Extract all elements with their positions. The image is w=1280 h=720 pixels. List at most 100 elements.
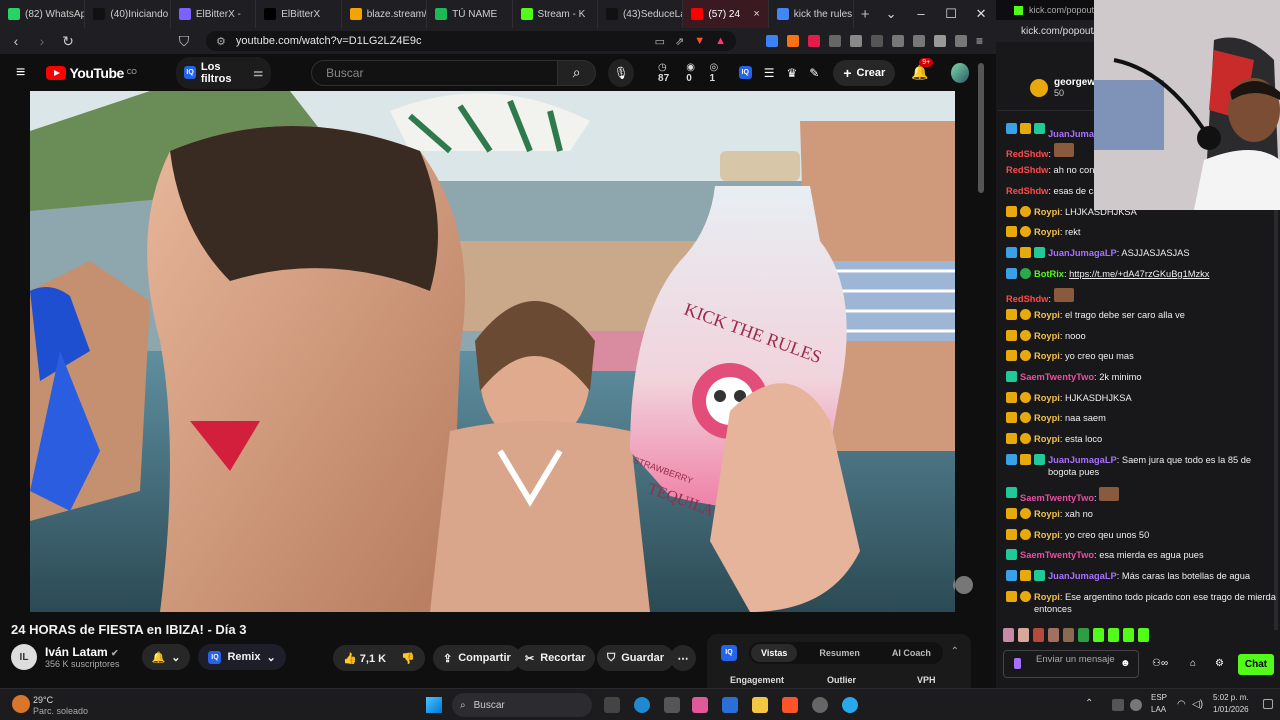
channel-avatar[interactable]: IL [11,644,37,670]
windows-start-icon[interactable] [426,697,442,713]
create-button[interactable]: + Crear [833,59,896,86]
chat-username[interactable]: BotRix [1034,269,1064,279]
tab-ai-coach[interactable]: AI Coach [882,644,941,662]
browser-tab[interactable]: ElBitterX [256,0,342,28]
extension-icon[interactable] [829,35,841,47]
emoji-icon[interactable]: ☻ [1120,658,1131,669]
chat-username[interactable]: RedShdw [1006,149,1048,159]
emote-icon[interactable] [1018,628,1029,642]
close-tab-icon[interactable]: × [753,8,759,20]
sidebar-icon[interactable] [892,35,904,47]
emote-icon[interactable] [1108,628,1119,642]
chat-username[interactable]: SaemTwentyTwo [1020,493,1094,503]
channel-name[interactable]: Iván Latam ✔ [45,645,120,659]
chat-username[interactable]: SaemTwentyTwo [1020,372,1094,382]
menu-icon[interactable]: ≡ [976,35,988,47]
task-view-icon[interactable] [604,697,620,713]
chat-username[interactable]: RedShdw [1006,294,1048,304]
chat-username[interactable]: Roypi [1034,413,1060,423]
reload-icon[interactable]: ↻ [60,33,76,50]
browser-tab[interactable]: (43)SeduceLa [598,0,684,28]
subscribe-bell-button[interactable]: 🔔 ⌄ [141,644,191,670]
extension-icon[interactable] [808,35,820,47]
tray-chevron-icon[interactable]: ⌃ [1085,698,1093,709]
browser-tab[interactable]: (40)Iniciando n [85,0,171,28]
extension-icon[interactable] [850,35,862,47]
gift-icon[interactable]: ⌂ [1190,658,1196,669]
overlay-gear-icon[interactable] [955,576,973,594]
emote-icon[interactable] [1048,628,1059,642]
address-bar[interactable]: ⚙ youtube.com/watch?v=D1LG2LZ4E9c ▭ ⇗ ▼ … [206,31,736,51]
chat-username[interactable]: Roypi [1034,393,1060,403]
maximize-icon[interactable]: ☐ [936,6,966,22]
tray-app-icon[interactable] [1130,699,1142,711]
youtube-logo[interactable]: YouTube CO [46,65,137,81]
keyboard-layout[interactable]: LAA [1151,705,1166,714]
browser-tab[interactable]: (82) WhatsApp [0,0,86,28]
settings-gear-icon[interactable]: ⚙ [1215,658,1224,669]
obs-icon[interactable] [812,697,828,713]
chat-message-input[interactable]: Enviar un mensaje [1003,650,1139,678]
emote-icon[interactable] [1003,628,1014,642]
explorer-icon[interactable] [752,697,768,713]
chat-username[interactable]: Roypi [1034,434,1060,444]
lang-code[interactable]: ESP [1151,693,1167,702]
chat-username[interactable]: JuanJumagaLP [1048,571,1117,581]
emote-icon[interactable] [1063,628,1074,642]
tab-search-icon[interactable]: ⌄ [876,6,906,22]
brave-rewards-icon[interactable]: ▲ [715,35,726,47]
notifications-button[interactable]: 🔔 9+ [911,58,934,81]
forward-icon[interactable]: › [34,33,50,49]
dislike-button[interactable]: 👎 [401,652,415,665]
cast-icon[interactable]: ▭ [655,35,665,48]
emote-icon[interactable] [1093,628,1104,642]
word-icon[interactable] [722,697,738,713]
tray-app-icon[interactable] [1112,699,1124,711]
browser-tab[interactable]: blaze.stream/s [342,0,428,28]
telegram-icon[interactable] [842,697,858,713]
chat-username[interactable]: Roypi [1034,207,1060,217]
new-tab-icon[interactable]: + [854,6,876,23]
store-icon[interactable] [664,697,680,713]
notification-center-icon[interactable] [1263,699,1273,709]
wallet-icon[interactable] [913,35,925,47]
list-icon[interactable]: ☰ [764,66,775,80]
more-actions-button[interactable]: ⋯ [670,645,696,671]
browser-tab[interactable]: TÚ NAME [427,0,513,28]
volume-icon[interactable]: ◁) [1192,699,1203,710]
collapse-icon[interactable]: ⌃ [951,646,959,657]
chat-send-button[interactable]: Chat [1238,654,1274,675]
browser-tab[interactable]: Stream - K [513,0,598,28]
search-input[interactable]: Buscar [311,59,558,86]
remix-button[interactable]: IQ Remix ⌄ [198,644,286,670]
voice-search-button[interactable]: 🎙 [608,58,635,87]
clock-time[interactable]: 5:02 p. m. [1213,693,1249,702]
emote-icon[interactable] [1078,628,1089,642]
tab-resumen[interactable]: Resumen [809,644,870,662]
browser-tab[interactable]: ElBitterX - [171,0,257,28]
edge-icon[interactable] [634,697,650,713]
page-scrollbar[interactable] [978,63,984,193]
chat-username[interactable]: Roypi [1034,351,1060,361]
back-icon[interactable]: ‹ [8,33,24,49]
brave-shield-icon[interactable]: ▼ [694,35,705,47]
share-button[interactable]: ⇪ Compartir [433,645,521,671]
vpn-icon[interactable] [955,35,967,47]
site-info-icon[interactable]: ⚙ [216,35,226,48]
chat-username[interactable]: Roypi [1034,310,1060,320]
chat-username[interactable]: RedShdw [1006,186,1048,196]
emote-icon[interactable] [1033,628,1044,642]
browser-tab[interactable]: kick the rules t [769,0,855,28]
share-icon[interactable]: ⇗ [675,35,684,48]
tab-vistas[interactable]: Vistas [751,644,798,662]
emote-icon[interactable] [1138,628,1149,642]
chat-username[interactable]: JuanJumagaLP [1048,455,1117,465]
hamburger-menu-icon[interactable]: ≡ [16,64,32,82]
clock-date[interactable]: 1/01/2026 [1213,705,1249,714]
extension-badge-icon[interactable]: IQ [738,66,752,79]
taskbar-search[interactable]: ⌕ Buscar [452,693,592,717]
chat-username[interactable]: Roypi [1034,530,1060,540]
bookmark-icon[interactable]: ⛉ [176,33,192,50]
extension-icon[interactable] [766,35,778,47]
browser-tab[interactable]: (57) 24 × [683,0,769,28]
